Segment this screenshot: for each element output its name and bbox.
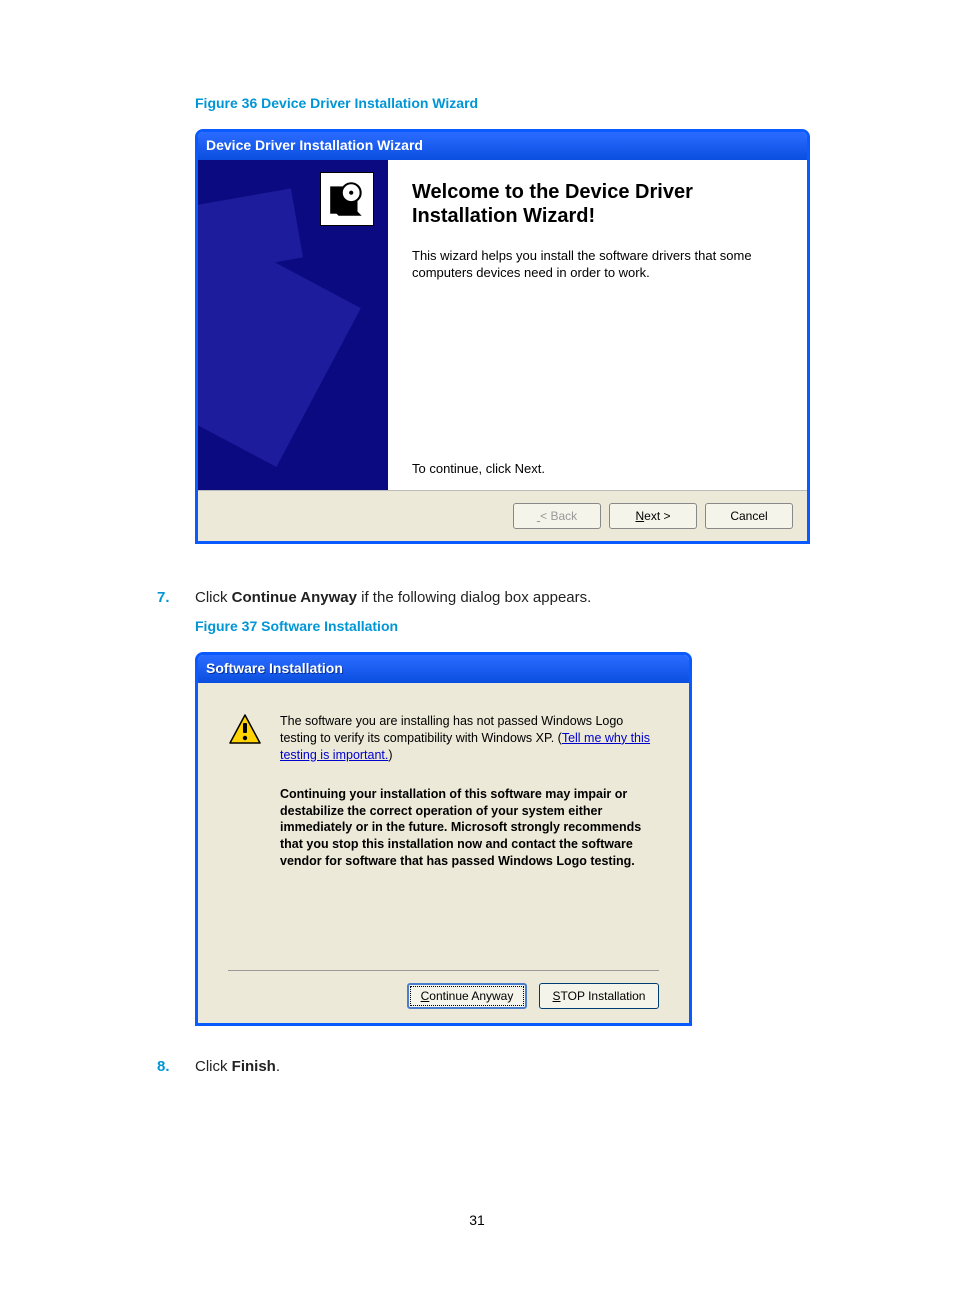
next-button[interactable]: Next > bbox=[609, 503, 697, 529]
step-number: 8. bbox=[157, 1058, 195, 1075]
warning-icon bbox=[228, 713, 262, 747]
separator bbox=[228, 970, 659, 971]
software-installation-dialog: Software Installation The software you a… bbox=[195, 652, 692, 1026]
warning-bold-message: Continuing your installation of this sof… bbox=[280, 786, 659, 870]
dialog-button-bar: Continue Anyway STOP Installation bbox=[228, 983, 659, 1009]
continue-anyway-button[interactable]: Continue Anyway bbox=[407, 983, 527, 1009]
wizard-side-graphic bbox=[198, 160, 388, 490]
warning-message: The software you are installing has not … bbox=[280, 713, 659, 764]
step-8: 8. Click Finish. bbox=[157, 1058, 815, 1075]
figure-37-caption: Figure 37 Software Installation bbox=[195, 618, 815, 634]
dialog-titlebar: Software Installation bbox=[198, 655, 689, 683]
wizard-continue-hint: To continue, click Next. bbox=[412, 461, 783, 482]
back-button: < Back bbox=[513, 503, 601, 529]
cd-box-icon bbox=[320, 172, 374, 226]
step-number: 7. bbox=[157, 589, 195, 606]
wizard-button-bar: < Back Next > Cancel bbox=[198, 490, 807, 541]
step-text: Click Continue Anyway if the following d… bbox=[195, 589, 591, 606]
figure-36-caption: Figure 36 Device Driver Installation Wiz… bbox=[195, 95, 815, 111]
page-number: 31 bbox=[0, 1212, 954, 1228]
wizard-description: This wizard helps you install the softwa… bbox=[412, 248, 783, 282]
step-7: 7. Click Continue Anyway if the followin… bbox=[157, 589, 815, 606]
dialog-titlebar: Device Driver Installation Wizard bbox=[198, 132, 807, 160]
wizard-heading: Welcome to the Device Driver Installatio… bbox=[412, 180, 783, 228]
step-text: Click Finish. bbox=[195, 1058, 280, 1075]
cancel-button[interactable]: Cancel bbox=[705, 503, 793, 529]
device-driver-wizard-dialog: Device Driver Installation Wizard Welcom… bbox=[195, 129, 810, 544]
stop-installation-button[interactable]: STOP Installation bbox=[539, 983, 659, 1009]
